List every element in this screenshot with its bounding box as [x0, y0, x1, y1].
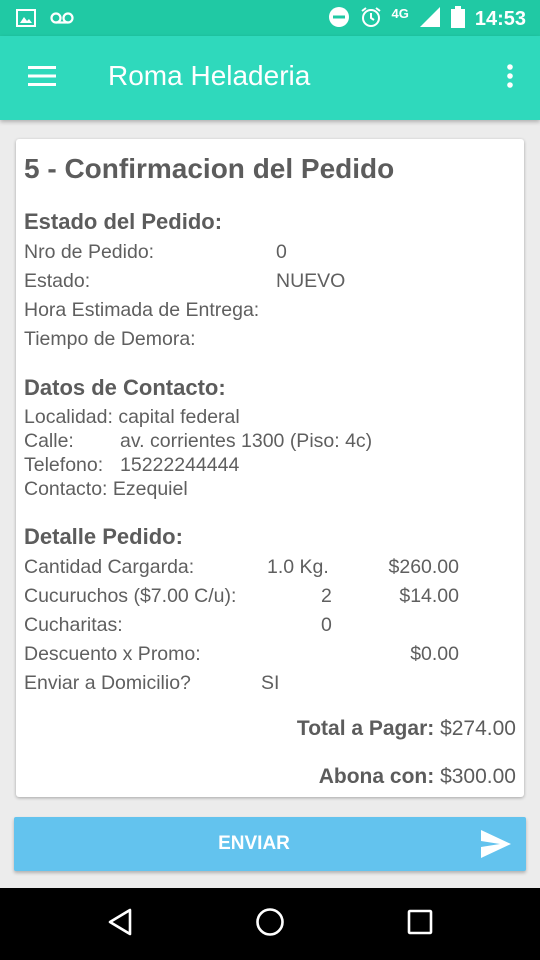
app-toolbar: Roma Heladeria: [0, 36, 540, 120]
telefono-value: 15222244444: [120, 454, 240, 476]
domicilio-value: SI: [261, 672, 280, 694]
nro-pedido-label: Nro de Pedido:: [24, 241, 155, 263]
nav-back-button[interactable]: [100, 906, 140, 942]
home-icon: [255, 907, 285, 942]
telefono-label: Telefono:: [24, 454, 104, 476]
app-title: Roma Heladeria: [108, 60, 311, 91]
nav-recents-button[interactable]: [400, 906, 440, 942]
estado-value: NUEVO: [276, 270, 346, 292]
send-button[interactable]: ENVIAR: [14, 817, 526, 871]
status-bar: 4G 14:53: [0, 0, 540, 36]
system-nav-bar: [0, 888, 540, 960]
back-icon: [107, 908, 133, 941]
voicemail-icon: [50, 11, 74, 30]
cucharitas-label: Cucharitas:: [24, 614, 123, 636]
cantidad-price: $260.00: [388, 556, 460, 578]
cantidad-qty: 1.0 Kg.: [267, 556, 329, 578]
hora-entrega-label: Hora Estimada de Entrega:: [24, 299, 260, 321]
cucuruchos-price: $14.00: [399, 585, 459, 607]
domicilio-label: Enviar a Domicilio?: [24, 672, 191, 694]
cucuruchos-label: Cucuruchos ($7.00 C/u):: [24, 585, 237, 607]
total-a-pagar: Total a Pagar: $274.00: [297, 717, 516, 741]
network-type: 4G: [391, 6, 409, 21]
cucharitas-qty: 0: [321, 614, 332, 636]
calle-value: av. corrientes 1300 (Piso: 4c): [120, 430, 373, 452]
cantidad-label: Cantidad Cargarda:: [24, 556, 195, 578]
contacto-heading: Datos de Contacto:: [24, 375, 226, 400]
calle-label: Calle:: [24, 430, 74, 452]
battery-icon: [450, 6, 465, 33]
abona-con: Abona con: $300.00: [319, 765, 516, 789]
menu-button[interactable]: [14, 58, 70, 98]
localidad-text: Localidad: capital federal: [24, 406, 240, 428]
signal-icon: [419, 6, 441, 33]
abona-value: $300.00: [440, 765, 516, 788]
cucuruchos-qty: 2: [321, 585, 332, 607]
descuento-price: $0.00: [410, 643, 459, 665]
do-not-disturb-icon: [328, 6, 350, 33]
send-icon: [480, 829, 512, 864]
tiempo-demora-label: Tiempo de Demora:: [24, 328, 196, 350]
alarm-icon: [360, 6, 382, 33]
recents-icon: [407, 909, 433, 940]
image-icon: [16, 9, 36, 32]
card-title: 5 - Confirmacion del Pedido: [24, 153, 395, 184]
contacto-text: Contacto: Ezequiel: [24, 478, 188, 500]
overflow-menu-button[interactable]: [498, 58, 522, 98]
order-confirmation-card: 5 - Confirmacion del Pedido Estado del P…: [16, 139, 524, 797]
abona-label: Abona con:: [318, 765, 435, 788]
detalle-heading: Detalle Pedido:: [24, 524, 183, 549]
estado-label: Estado:: [24, 270, 91, 292]
more-vert-icon: [507, 63, 513, 93]
descuento-label: Descuento x Promo:: [24, 643, 201, 665]
clock: 14:53: [474, 8, 526, 30]
hamburger-menu-icon: [28, 65, 56, 91]
nav-home-button[interactable]: [250, 906, 290, 942]
estado-heading: Estado del Pedido:: [24, 209, 223, 234]
send-button-label: ENVIAR: [218, 833, 290, 854]
total-label: Total a Pagar:: [296, 717, 435, 740]
total-value: $274.00: [440, 717, 516, 740]
nro-pedido-value: 0: [276, 241, 287, 263]
